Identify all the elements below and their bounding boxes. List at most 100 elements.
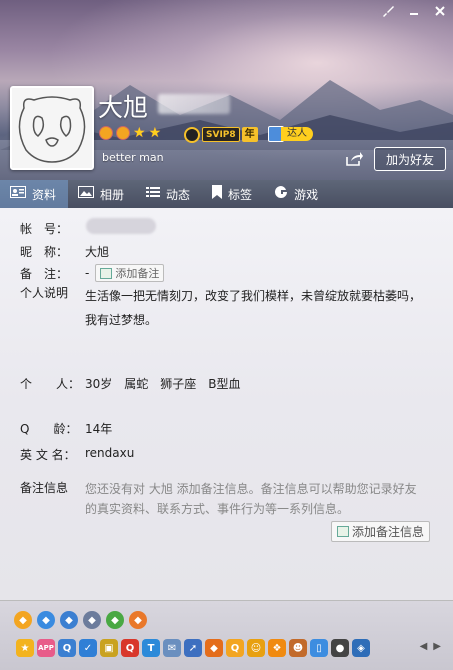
crown-level-icon bbox=[99, 126, 113, 140]
diamond2-icon[interactable]: ◆ bbox=[83, 611, 101, 629]
minimize-icon[interactable] bbox=[401, 0, 427, 22]
tab-label: 相册 bbox=[100, 187, 125, 202]
brush-icon[interactable] bbox=[375, 0, 401, 22]
remark-value: - bbox=[85, 266, 90, 280]
crown-level-icon bbox=[116, 126, 130, 140]
add-note-info-label: 添加备注信息 bbox=[352, 525, 425, 539]
nickname-row: 昵 称： 大旭 bbox=[20, 243, 109, 260]
svip-label: SVIP8 bbox=[202, 127, 240, 142]
phone-icon[interactable]: ▯ bbox=[310, 639, 328, 657]
star-icon[interactable]: ★ bbox=[16, 639, 34, 657]
note-info-row: 备注信息 您还没有对 大旭 添加备注信息。备注信息可以帮助您记录好友 的真实资料… bbox=[20, 479, 425, 519]
diamond-icon[interactable]: ◆ bbox=[37, 611, 55, 629]
profile-details: 帐 号： 昵 称： 大旭 备 注： - 添加备注 个人说明 生活像一把无情刻刀，… bbox=[0, 208, 453, 600]
game-icon bbox=[274, 185, 288, 203]
account-row: 帐 号： bbox=[20, 220, 85, 237]
profile-header: 大旭 ★ ★ SVIP8 年 达人 better man 加为好友 bbox=[0, 0, 453, 180]
treasure-icon[interactable]: ❖ bbox=[268, 639, 286, 657]
qzone-icon[interactable]: Q bbox=[58, 639, 76, 657]
monkey-icon[interactable]: ☻ bbox=[289, 639, 307, 657]
crown-icon[interactable]: ◆ bbox=[14, 611, 32, 629]
tencent-icon[interactable]: T bbox=[142, 639, 160, 657]
tab-tags[interactable]: 标签 bbox=[202, 180, 264, 208]
note-edit-icon bbox=[337, 526, 349, 537]
avatar[interactable] bbox=[10, 86, 94, 170]
penguin-icon[interactable]: ● bbox=[331, 639, 349, 657]
tab-label: 资料 bbox=[32, 187, 57, 202]
rocket-icon[interactable]: ➚ bbox=[184, 639, 202, 657]
penguin-game-icon[interactable]: ◆ bbox=[205, 639, 223, 657]
vip-icons-row: ◆ ◆ ◆ ◆ ◆ ◆ bbox=[14, 611, 147, 629]
coin-icon[interactable]: Q bbox=[226, 639, 244, 657]
pet-icon[interactable]: ☺ bbox=[247, 639, 265, 657]
shield-icon[interactable]: ✓ bbox=[79, 639, 97, 657]
tab-label: 动态 bbox=[166, 187, 191, 202]
bio-row: 个人说明 生活像一把无情刻刀，改变了我们模样，未曾绽放就要枯萎吗， 我有过梦想。 bbox=[20, 284, 425, 332]
tab-album[interactable]: 相册 bbox=[68, 180, 136, 208]
profile-nickname: 大旭 bbox=[98, 93, 149, 122]
remark-label: 备 注： bbox=[20, 266, 69, 281]
profile-signature: better man bbox=[102, 151, 164, 164]
svip-badge[interactable]: SVIP8 年 bbox=[184, 126, 258, 143]
profile-card-icon bbox=[10, 186, 26, 202]
star-level-icon: ★ bbox=[148, 125, 162, 141]
add-note-info-button[interactable]: 添加备注信息 bbox=[331, 521, 431, 542]
green-diamond-icon[interactable]: ◆ bbox=[106, 611, 124, 629]
toolbar-nav: ◀ ▶ bbox=[420, 641, 441, 652]
nickname-label: 昵 称： bbox=[20, 245, 69, 259]
english-name-label: 英 文 名： bbox=[20, 448, 76, 462]
tab-feed[interactable]: 动态 bbox=[136, 180, 202, 208]
bear-avatar-icon bbox=[12, 88, 92, 168]
remark-row: 备 注： - 添加备注 bbox=[20, 264, 165, 282]
english-name-row: 英 文 名： rendaxu bbox=[20, 446, 134, 463]
window-controls bbox=[375, 0, 453, 22]
daren-label: 达人 bbox=[281, 127, 313, 141]
app-toolbar: ◆ ◆ ◆ ◆ ◆ ◆ ★ APP Q ✓ ▣ Q T ✉ ➚ ◆ Q ☺ ❖ ☻ ▯ ● ◈ ◀ ▶ bbox=[0, 600, 453, 670]
add-remark-inline-button[interactable]: 添加备注 bbox=[95, 264, 165, 282]
envelope-icon[interactable]: ✉ bbox=[163, 639, 181, 657]
bio-text: 生活像一把无情刻刀，改变了我们模样，未曾绽放就要枯萎吗， 我有过梦想。 bbox=[85, 284, 425, 332]
level-badges[interactable]: ★ ★ bbox=[99, 126, 161, 140]
bookmark-icon bbox=[212, 185, 223, 203]
prev-arrow-icon[interactable]: ◀ bbox=[420, 641, 428, 652]
add-remark-inline-label: 添加备注 bbox=[115, 267, 160, 280]
photo-album-icon bbox=[78, 186, 95, 202]
note-info-label: 备注信息 bbox=[20, 481, 69, 495]
tag-icon[interactable]: ◈ bbox=[352, 639, 370, 657]
tab-profile[interactable]: 资料 bbox=[0, 180, 69, 208]
next-arrow-icon[interactable]: ▶ bbox=[433, 641, 441, 652]
svip-year-label: 年 bbox=[241, 127, 258, 142]
note-info-hint: 您还没有对 大旭 添加备注信息。备注信息可以帮助您记录好友 的真实资料、联系方式… bbox=[85, 479, 425, 519]
blurred-account-value bbox=[86, 218, 156, 234]
account-label: 帐 号： bbox=[20, 222, 69, 236]
english-name-value: rendaxu bbox=[85, 446, 135, 460]
qage-label: Q 龄： bbox=[20, 422, 78, 436]
bio-line: 生活像一把无情刻刀，改变了我们模样，未曾绽放就要枯萎吗， bbox=[85, 289, 422, 303]
tab-games[interactable]: 游戏 bbox=[264, 180, 330, 208]
close-icon[interactable] bbox=[427, 0, 453, 22]
feed-list-icon bbox=[146, 186, 161, 202]
app-icon[interactable]: APP bbox=[37, 639, 55, 657]
daren-badge[interactable]: 达人 bbox=[268, 126, 313, 142]
tab-label: 标签 bbox=[228, 187, 253, 202]
app-icons-row: ★ APP Q ✓ ▣ Q T ✉ ➚ ◆ Q ☺ ❖ ☻ ▯ ● ◈ bbox=[16, 639, 370, 657]
share-icon[interactable] bbox=[343, 150, 365, 168]
star-badge-icon[interactable]: ◆ bbox=[60, 611, 78, 629]
add-friend-button[interactable]: 加为好友 bbox=[374, 147, 446, 171]
qage-row: Q 龄： 14年 bbox=[20, 420, 112, 437]
star-level-icon: ★ bbox=[133, 125, 146, 141]
red-badge-icon[interactable]: Q bbox=[121, 639, 139, 657]
tab-label: 游戏 bbox=[294, 187, 319, 202]
personal-label: 个 人： bbox=[20, 377, 81, 391]
nickname-value: 大旭 bbox=[85, 245, 110, 259]
game-center-icon[interactable]: ◆ bbox=[129, 611, 147, 629]
bio-line: 我有过梦想。 bbox=[85, 313, 158, 327]
gift-icon[interactable]: ▣ bbox=[100, 639, 118, 657]
qage-value: 14年 bbox=[85, 422, 113, 436]
blurred-qq-number bbox=[158, 94, 230, 114]
hint-line: 您还没有对 大旭 添加备注信息。备注信息可以帮助您记录好友 bbox=[85, 482, 417, 496]
note-edit-icon bbox=[100, 267, 113, 279]
profile-tabs: 资料 相册 动态 标签 游戏 bbox=[0, 180, 453, 208]
hint-line: 的真实资料、联系方式、事件行为等一系列信息。 bbox=[85, 502, 350, 516]
personal-row: 个 人： 30岁 属蛇 狮子座 B型血 bbox=[20, 375, 241, 392]
